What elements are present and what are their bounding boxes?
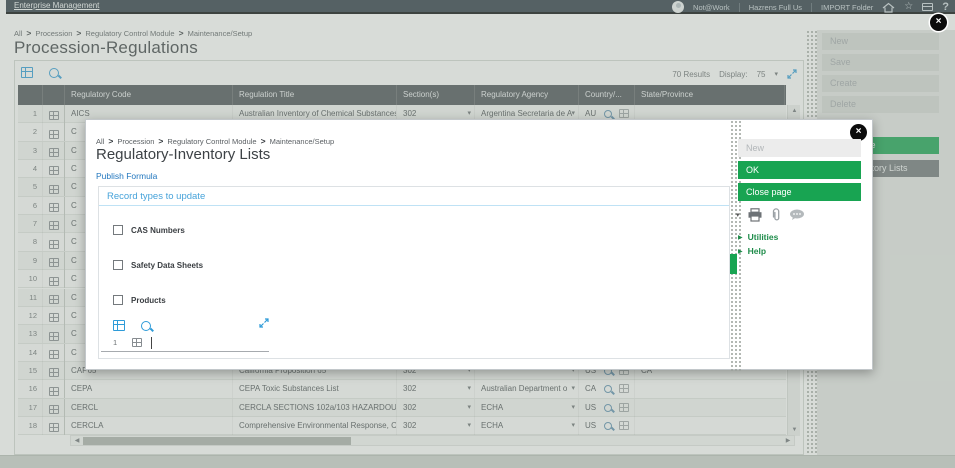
panel-indicator: [730, 254, 737, 274]
breadcrumb-separator: >: [108, 136, 113, 146]
checkbox-row: CAS Numbers: [113, 225, 185, 235]
breadcrumb-item[interactable]: Procession: [117, 137, 154, 146]
record-types-group: Record types to update CAS Numbers Safety…: [98, 186, 730, 359]
search-icon[interactable]: [141, 321, 151, 331]
breadcrumb-separator: >: [158, 136, 163, 146]
mini-table-toolbar: [113, 320, 151, 331]
table-icon[interactable]: [132, 338, 142, 347]
mini-table-row[interactable]: 1: [101, 335, 269, 352]
checkbox-label: Products: [131, 296, 166, 305]
chevron-right-icon: ▶: [738, 248, 743, 255]
table-view-icon[interactable]: [113, 320, 125, 331]
utilities-menu[interactable]: ▶ Utilities: [738, 232, 778, 242]
group-title: Record types to update: [99, 187, 729, 206]
checkbox[interactable]: [113, 260, 123, 270]
breadcrumb-item[interactable]: Regulatory Control Module: [167, 137, 256, 146]
close-icon[interactable]: ×: [930, 14, 947, 31]
row-number: 1: [113, 338, 117, 347]
checkbox[interactable]: [113, 295, 123, 305]
breadcrumb-item[interactable]: All: [96, 137, 104, 146]
expand-icon[interactable]: [259, 318, 269, 328]
checkbox-label: Safety Data Sheets: [131, 261, 203, 270]
breadcrumb-separator: >: [261, 136, 266, 146]
dialog-tools: ▾: [736, 208, 805, 222]
attachment-icon[interactable]: [770, 208, 782, 222]
checkbox-row: Safety Data Sheets: [113, 260, 203, 270]
dialog-close-page-button[interactable]: Close page: [738, 183, 861, 201]
chevron-down-icon[interactable]: ▾: [736, 211, 740, 219]
new-button: New: [738, 139, 861, 157]
dialog-title: Regulatory-Inventory Lists: [96, 146, 270, 163]
print-icon[interactable]: [747, 208, 763, 222]
publish-formula-link[interactable]: Publish Formula: [96, 171, 157, 181]
app-window: Enterprise Management Not@Work Hazrens F…: [0, 0, 955, 468]
checkbox-label: CAS Numbers: [131, 226, 185, 235]
comment-icon[interactable]: [789, 209, 805, 221]
checkbox[interactable]: [113, 225, 123, 235]
regulatory-inventory-dialog: × All>Procession>Regulatory Control Modu…: [85, 119, 873, 370]
breadcrumb[interactable]: All > Procession > Regulatory Control Module…: [96, 136, 334, 146]
checkbox-row: Products: [113, 295, 166, 305]
text-cursor: [151, 337, 152, 349]
ok-button[interactable]: OK: [738, 161, 861, 179]
breadcrumb-item[interactable]: Maintenance/Setup: [270, 137, 335, 146]
help-menu[interactable]: ▶ Help: [738, 246, 766, 256]
chevron-right-icon: ▶: [738, 234, 743, 241]
